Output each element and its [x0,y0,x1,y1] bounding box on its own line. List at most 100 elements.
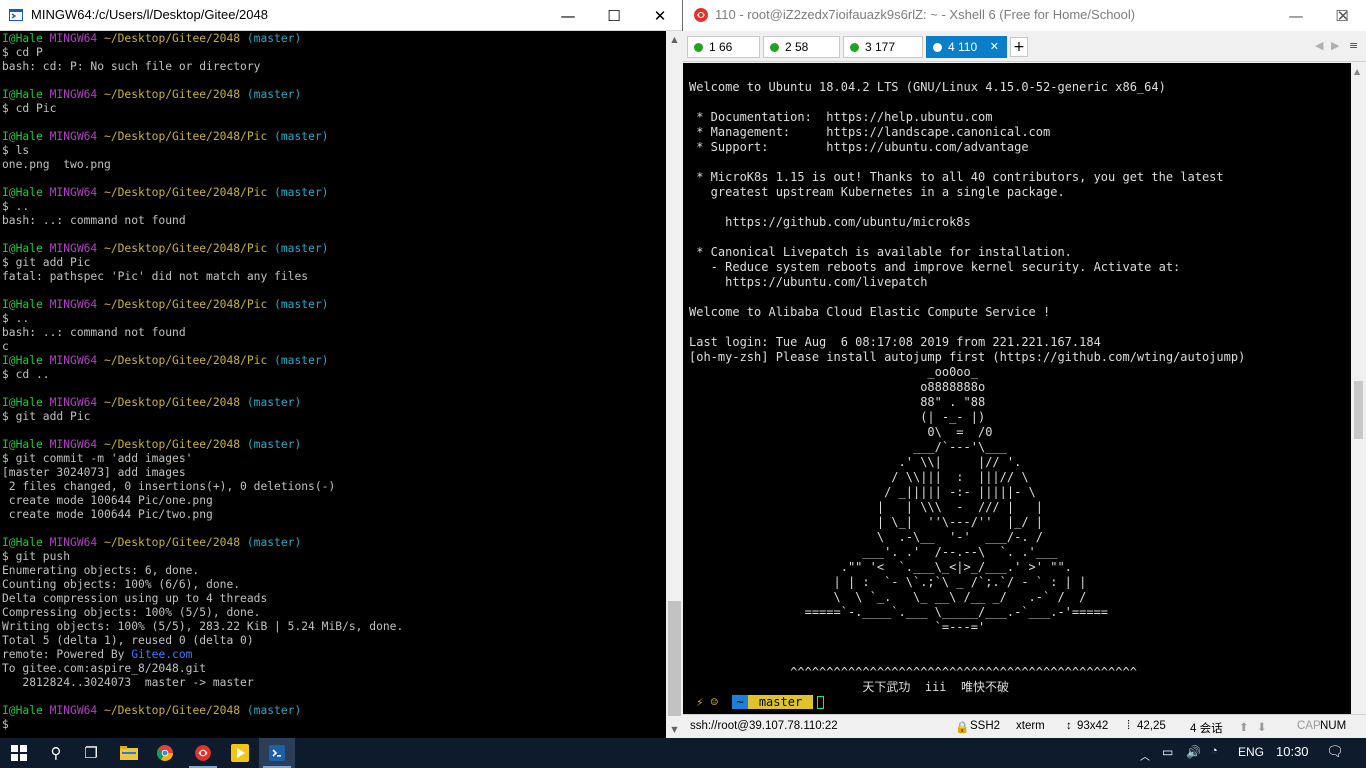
terminal-line: $ .. [2,200,666,214]
tab-session-3[interactable]: 3 177 [843,36,923,58]
terminal-text: I@Hale [2,354,50,367]
search-button[interactable]: ⚲ [38,738,74,768]
xshell-terminal-output[interactable]: Welcome to Ubuntu 18.04.2 LTS (GNU/Linux… [683,63,1351,714]
start-button[interactable] [0,738,38,768]
arrow-down-icon[interactable]: ⬇ [1257,720,1267,734]
new-tab-button[interactable]: + [1010,37,1028,57]
terminal-line: =====`-.____`.___ \_____/___.-`___.-'===… [689,605,1109,619]
mingw-titlebar[interactable]: MINGW64:/c/Users/l/Desktop/Gitee/2048 — … [0,0,682,31]
terminal-line: Counting objects: 100% (6/6), done. [2,578,666,592]
scroll-down-arrow-icon[interactable]: ▼ [666,721,683,738]
terminal-line: [oh-my-zsh] Please install autojump firs… [689,350,1246,364]
tab-prev-icon[interactable]: ◀ [1315,39,1323,52]
terminal-line: c [2,340,666,354]
terminal-line: `=---=' [689,620,986,634]
terminal-text: fatal: pathspec 'Pic' did not match any … [2,270,309,283]
scroll-up-arrow-icon[interactable]: ▲ [1354,67,1360,76]
windows-icon [11,745,27,761]
terminal-line: / _||||| -:- |||||- \ [689,485,1036,499]
scroll-up-arrow-icon[interactable]: ▲ [666,31,683,48]
xshell-window[interactable]: 110 - root@iZ2zedx7ioifauazk9s6rlZ: ~ - … [683,0,1366,738]
tab-label: 1 66 [709,40,733,54]
terminal-text: ~/Desktop/Gitee/2048 [104,88,247,101]
tab-session-4[interactable]: 4 110 ✕ [926,36,1007,58]
terminal-line: I@Hale MINGW64 ~/Desktop/Gitee/2048 (mas… [2,536,666,550]
maximize-button[interactable]: ☐ [591,0,637,31]
close-button[interactable]: ✕ [1320,0,1366,31]
mingw-terminal-output[interactable]: I@Hale MINGW64 ~/Desktop/Gitee/2048 (mas… [0,31,666,738]
terminal-text: (master) [246,536,302,549]
terminal-line: I@Hale MINGW64 ~/Desktop/Gitee/2048 (mas… [2,88,666,102]
tab-menu-icon[interactable]: ≡ [1349,39,1358,52]
status-num: NUM [1320,720,1347,732]
terminal-line: I@Hale MINGW64 ~/Desktop/Gitee/2048/Pic … [2,186,666,200]
xshell-titlebar[interactable]: 110 - root@iZ2zedx7ioifauazk9s6rlZ: ~ - … [683,0,1366,31]
scrollbar-thumb[interactable] [668,601,681,716]
terminal-text: bash: ..: command not found [2,214,186,227]
close-button[interactable]: ✕ [637,0,683,31]
wifi-icon[interactable]: ◔ [1211,745,1218,757]
terminal-text: (master) [246,396,302,409]
tab-session-2[interactable]: 2 58 [763,36,840,58]
taskbar-media-app[interactable] [222,738,258,768]
terminal-line: | | : `- \`.;`\ _ /`;.`/ - ` : | | [689,575,1087,589]
text-cursor [817,696,825,709]
minimize-icon: — [1288,6,1304,25]
terminal-text: ~/Desktop/Gitee/2048 [104,396,247,409]
terminal-line: I@Hale MINGW64 ~/Desktop/Gitee/2048/Pic … [2,298,666,312]
status-bar: ssh://root@39.107.78.110:22 🔒 SSH2 xterm… [683,714,1366,738]
arrow-up-icon[interactable]: ⬆ [1239,720,1249,734]
terminal-line: 天下武功 iii 唯快不破 [689,680,1009,694]
terminal-line: remote: Powered By Gitee.com [2,648,666,662]
minimize-button[interactable]: — [1273,0,1319,31]
tab-label: 4 110 [948,40,978,54]
terminal-text: ~/Desktop/Gitee/2048/Pic [104,130,275,143]
terminal-text: MINGW64 [49,396,105,409]
taskbar-file-explorer[interactable] [111,738,147,768]
status-size: 93x42 [1077,720,1109,732]
taskbar: ⚲ ❐ ︿ ▭ 🔊 ◔ ENG 10:30 🗨 [0,738,1366,768]
taskbar-xshell[interactable] [185,738,221,768]
tab-next-icon[interactable]: ▶ [1331,39,1339,52]
shell-prompt[interactable]: ⚡ ☺ ~ master [689,695,1351,710]
mingw-window[interactable]: MINGW64:/c/Users/l/Desktop/Gitee/2048 — … [0,0,683,738]
terminal-text: MINGW64 [49,32,105,45]
notification-center-icon[interactable]: 🗨 [1326,743,1344,760]
mingw-app-icon [9,9,23,21]
status-connection: ssh://root@39.107.78.110:22 [690,720,838,732]
terminal-text: MINGW64 [49,242,105,255]
status-sessions: 4 会话 [1190,723,1223,735]
clock[interactable]: 10:30 [1276,744,1309,759]
chrome-icon [157,745,173,761]
terminal-line: $ cd P [2,46,666,60]
taskbar-git-bash[interactable] [259,738,295,768]
terminal-line: Writing objects: 100% (5/5), 283.22 KiB … [2,620,666,634]
show-hidden-icons-icon[interactable]: ︿ [1140,748,1150,763]
network-icon[interactable]: ▭ [1162,745,1173,759]
close-icon: ✕ [653,6,667,25]
tab-close-icon[interactable]: ✕ [990,40,999,53]
tab-session-1[interactable]: 1 66 [687,36,760,58]
terminal-text: $ ls [2,144,30,157]
scrollbar-thumb[interactable] [1354,381,1363,439]
task-view-button[interactable]: ❐ [73,738,109,768]
terminal-line: * Documentation: https://help.ubuntu.com [689,110,993,124]
terminal-line: To gitee.com:aspire_8/2048.git [2,662,666,676]
xshell-scrollbar[interactable]: ▲ [1351,63,1366,714]
terminal-line: bash: ..: command not found [2,326,666,340]
volume-icon[interactable]: 🔊 [1186,745,1201,759]
mingw-scrollbar[interactable]: ▲ ▼ [666,31,683,738]
media-player-icon [231,744,249,762]
minimize-button[interactable]: — [545,0,591,31]
terminal-text: (master) [246,704,302,717]
terminal-line: Compressing objects: 100% (5/5), done. [2,606,666,620]
input-language[interactable]: ENG [1238,745,1264,759]
xshell-app-icon [694,8,708,22]
lock-icon: 🔒 [955,722,970,734]
taskbar-chrome[interactable] [147,738,183,768]
